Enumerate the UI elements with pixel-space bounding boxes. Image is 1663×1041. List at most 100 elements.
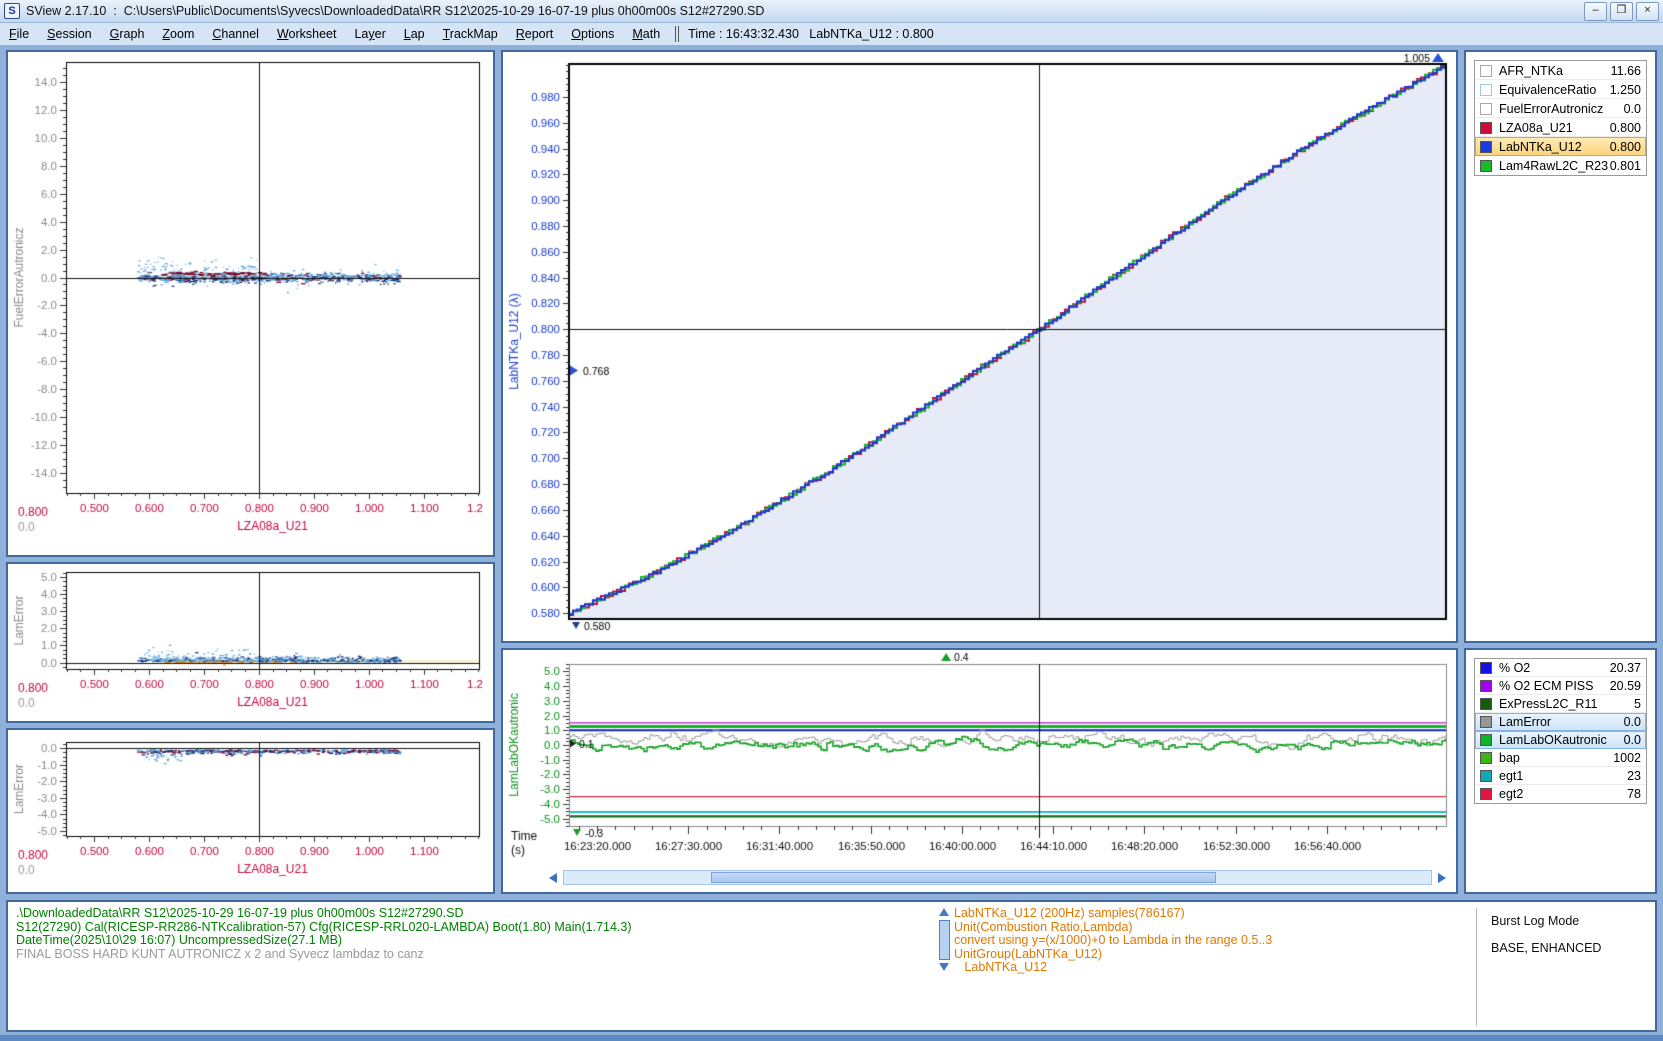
channel-info-line: LabNTKa_U12 (954, 961, 1468, 974)
channel-color-swatch (1480, 770, 1492, 782)
minimize-button[interactable]: – (1584, 2, 1607, 21)
channel-info-line: UnitGroup(LabNTKa_U12) (954, 948, 1468, 962)
session-info: .\DownloadedData\RR S12\2025-10-29 16-07… (16, 907, 632, 961)
legend-row-expressl2c-r11[interactable]: ExPressL2C_R115 (1475, 695, 1646, 713)
menu-item-options[interactable]: Options (562, 23, 623, 45)
legend-row-egt1[interactable]: egt123 (1475, 767, 1646, 785)
status-line: FINAL BOSS HARD KUNT AUTRONICZ x 2 and S… (16, 948, 632, 962)
legend-row-labntka-u12[interactable]: LabNTKa_U120.800 (1475, 137, 1646, 156)
menu-item-session[interactable]: Session (38, 23, 100, 45)
channel-color-swatch (1480, 84, 1492, 96)
channel-info-line: Unit(Combustion Ratio,Lambda) (954, 921, 1468, 935)
legend-row-lamerror[interactable]: LamError0.0 (1475, 713, 1646, 731)
channel-info-scroll-thumb[interactable] (939, 920, 950, 960)
channel-color-swatch (1480, 752, 1492, 764)
menu-item-report[interactable]: Report (507, 23, 563, 45)
legend-row-egt2[interactable]: egt278 (1475, 785, 1646, 803)
channel-color-swatch (1480, 65, 1492, 77)
channel-value: 0.800 (1610, 121, 1641, 135)
menu-item-channel[interactable]: Channel (203, 23, 268, 45)
legend-row--o2-ecm-piss[interactable]: % O2 ECM PISS20.59 (1475, 677, 1646, 695)
channel-name: ExPressL2C_R11 (1499, 697, 1634, 711)
channel-color-swatch (1480, 122, 1492, 134)
scrollbar-track[interactable] (563, 870, 1432, 885)
burst-log-mode-label: Burst Log Mode (1491, 914, 1651, 928)
channel-info-scrollbar[interactable] (938, 907, 950, 974)
status-bar: .\DownloadedData\RR S12\2025-10-29 16-07… (6, 900, 1657, 1032)
fuel-error-chart-panel (6, 50, 495, 557)
channel-info-line: convert using y=(x/1000)+0 to Lambda in … (954, 934, 1468, 948)
labntka-vs-time-chart[interactable] (503, 52, 1456, 641)
channel-name: LamError (1499, 715, 1624, 729)
lam-error-neg-chart-panel (6, 728, 495, 894)
menu-item-trackmap[interactable]: TrackMap (434, 23, 507, 45)
menu-item-math[interactable]: Math (623, 23, 669, 45)
menu-item-zoom[interactable]: Zoom (153, 23, 203, 45)
channel-value: 0.801 (1610, 159, 1641, 173)
lamlab-vs-time-chart[interactable] (503, 650, 1456, 892)
channel-value: 78 (1627, 787, 1641, 801)
scroll-right-arrow-icon[interactable] (1438, 873, 1446, 883)
menu-item-worksheet[interactable]: Worksheet (268, 23, 346, 45)
scroll-up-arrow-icon[interactable] (939, 908, 949, 916)
channel-color-swatch (1480, 160, 1492, 172)
menu-bar: FileSessionGraphZoomChannelWorksheetLaye… (0, 23, 1663, 45)
legend-row-afr-ntka[interactable]: AFR_NTKa11.66 (1475, 61, 1646, 80)
channel-name: EquivalenceRatio (1499, 83, 1610, 97)
channel-value: 23 (1627, 769, 1641, 783)
menu-item-file[interactable]: File (0, 23, 38, 45)
legend-row-lza08a-u21[interactable]: LZA08a_U210.800 (1475, 118, 1646, 137)
close-button[interactable]: × (1636, 2, 1659, 21)
channel-name: % O2 (1499, 661, 1610, 675)
fuel-error-vs-lza-chart[interactable] (8, 52, 493, 555)
channel-name: Lam4RawL2C_R23 (1499, 159, 1610, 173)
status-line: .\DownloadedData\RR S12\2025-10-29 16-07… (16, 907, 632, 921)
channel-color-swatch (1480, 141, 1492, 153)
window-title: SView 2.17.10 : C:\Users\Public\Document… (26, 4, 764, 18)
channel-name: AFR_NTKa (1499, 64, 1611, 78)
legend-row-lam4rawl2c-r23[interactable]: Lam4RawL2C_R230.801 (1475, 156, 1646, 175)
channel-name: LamLabOKautronic (1499, 733, 1624, 747)
lam-error-pos-vs-lza-chart[interactable] (8, 564, 493, 721)
log-mode-info: Burst Log Mode BASE, ENHANCED (1476, 908, 1651, 1026)
channel-color-swatch (1480, 716, 1492, 728)
menu-item-layer[interactable]: Layer (345, 23, 394, 45)
channel-color-swatch (1480, 103, 1492, 115)
channel-name: LabNTKa_U12 (1499, 140, 1610, 154)
legend-row--o2[interactable]: % O220.37 (1475, 659, 1646, 677)
channel-name: % O2 ECM PISS (1499, 679, 1610, 693)
legend-row-lamlabokautronic[interactable]: LamLabOKautronic0.0 (1475, 731, 1646, 749)
channel-value: 20.37 (1610, 661, 1641, 675)
scrollbar-thumb[interactable] (711, 872, 1216, 883)
channel-color-swatch (1480, 698, 1492, 710)
maximize-button[interactable]: ❒ (1610, 2, 1633, 21)
menu-separator (675, 26, 679, 42)
scroll-down-arrow-icon[interactable] (939, 963, 949, 971)
lam-error-pos-chart-panel (6, 562, 495, 723)
channel-name: bap (1499, 751, 1613, 765)
lam-error-neg-vs-lza-chart[interactable] (8, 730, 493, 892)
legend-row-bap[interactable]: bap1002 (1475, 749, 1646, 767)
menu-items: FileSessionGraphZoomChannelWorksheetLaye… (0, 23, 669, 45)
channel-value: 20.59 (1610, 679, 1641, 693)
channel-value: 0.0 (1624, 102, 1641, 116)
channel-value: 5 (1634, 697, 1641, 711)
time-scrollbar[interactable] (547, 870, 1448, 885)
channel-legend-top-panel: AFR_NTKa11.66EquivalenceRatio1.250FuelEr… (1464, 50, 1657, 643)
channel-name: LZA08a_U21 (1499, 121, 1610, 135)
channel-color-swatch (1480, 734, 1492, 746)
status-line: DateTime(2025\10\29 16:07) UncompressedS… (16, 934, 632, 948)
channel-name: FuelErrorAutronicz (1499, 102, 1624, 116)
menu-item-graph[interactable]: Graph (101, 23, 154, 45)
channel-legend-top: AFR_NTKa11.66EquivalenceRatio1.250FuelEr… (1474, 60, 1647, 176)
status-line: S12(27290) Cal(RICESP-RR286-NTKcalibrati… (16, 921, 632, 935)
legend-row-fuelerrorautronicz[interactable]: FuelErrorAutronicz0.0 (1475, 99, 1646, 118)
legend-row-equivalenceratio[interactable]: EquivalenceRatio1.250 (1475, 80, 1646, 99)
channel-name: egt2 (1499, 787, 1627, 801)
channel-info-lines: LabNTKa_U12 (200Hz) samples(786167)Unit(… (938, 907, 1468, 974)
time-series-chart-panel (501, 648, 1458, 894)
title-bar[interactable]: S SView 2.17.10 : C:\Users\Public\Docume… (0, 0, 1663, 23)
channel-value: 0.0 (1624, 715, 1641, 729)
menu-item-lap[interactable]: Lap (395, 23, 434, 45)
scroll-left-arrow-icon[interactable] (549, 873, 557, 883)
